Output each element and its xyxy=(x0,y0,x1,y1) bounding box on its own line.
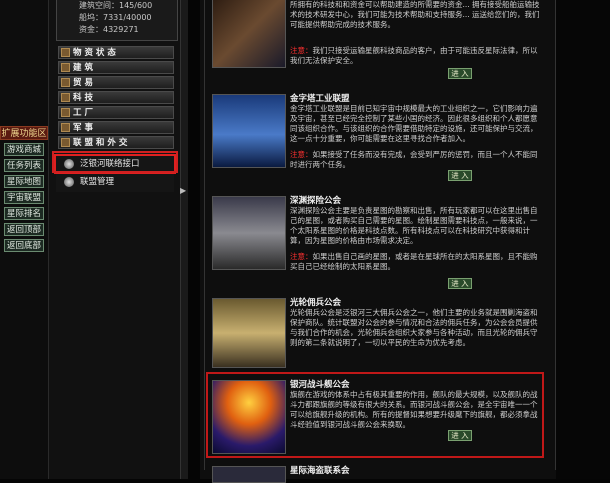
guild-description: 光轮佣兵公会是泛银河三大佣兵公会之一，他们主要的业务就是围剿海盗和保护商队。统计… xyxy=(290,308,538,347)
guild-entry: 深渊探险公会 深渊探险公会主要是负责星图的勘察和出售，所有玩家都可以在这里出售自… xyxy=(208,192,546,292)
trade-icon xyxy=(61,78,70,87)
guild-entry: 金字塔工业联盟 金字塔工业联盟是目前已知宇宙中规模最大的工业组织之一，它们影响力… xyxy=(208,90,546,185)
ext-button-tasks[interactable]: 任务列表 xyxy=(4,159,44,172)
note-text: 如果接受了任务而没有完成，会受到严厉的惩罚，而且一个人不能同时进行两个任务。 xyxy=(290,150,538,169)
note-text: 我们只接受运输星舰科技商品的客户，由于可能违反星际法律，所以我们无法保护安全。 xyxy=(290,46,538,65)
note-label: 注意： xyxy=(290,252,313,261)
guild-thumbnail xyxy=(212,0,286,68)
stat-funds: 资金：4329271 xyxy=(79,25,139,34)
stat-building-space: 建筑空间：145/600 xyxy=(79,1,153,10)
diplomacy-icon xyxy=(61,138,70,147)
menu-buildings[interactable]: 建 筑 xyxy=(58,61,174,74)
highlight-box-submenu xyxy=(52,151,178,173)
menu-label: 科 技 xyxy=(73,93,93,103)
guild-thumbnail xyxy=(212,298,286,368)
guild-note: 注意：如果接受了任务而没有完成，会受到严厉的惩罚，而且一个人不能同时进行两个任务… xyxy=(290,150,542,170)
guild-note: 注意：我们只接受运输星舰科技商品的客户，由于可能违反星际法律，所以我们无法保护安… xyxy=(290,46,542,66)
note-text: 如果出售自己画的星图，或者是在星球所在的太阳系星图，且不能购买自己已经绘制的太阳… xyxy=(290,252,538,271)
ext-button-top[interactable]: 返回顶部 xyxy=(4,223,44,236)
menu-diplomacy[interactable]: 联 盟 和 外 交 xyxy=(58,136,174,149)
right-margin xyxy=(556,0,610,479)
menu-label: 军 事 xyxy=(73,123,93,133)
ext-button-map[interactable]: 星际地图 xyxy=(4,175,44,188)
guild-thumbnail xyxy=(212,94,286,168)
guild-entry: 光轮佣兵公会 光轮佣兵公会是泛银河三大佣兵公会之一，他们主要的业务就是围剿海盗和… xyxy=(208,294,546,370)
ext-button-shop[interactable]: 游戏商城 xyxy=(4,143,44,156)
building-icon xyxy=(61,63,70,72)
guild-thumbnail xyxy=(212,196,286,270)
tech-icon xyxy=(61,93,70,102)
note-label: 注意： xyxy=(290,46,313,55)
menu-label: 建 筑 xyxy=(73,63,93,73)
highlight-box-entry xyxy=(206,372,544,458)
resources-icon xyxy=(61,48,70,57)
guild-title: 光轮佣兵公会 xyxy=(290,298,342,308)
guild-entry: 星际海盗联系会 xyxy=(208,462,546,483)
panel-scrollbar[interactable] xyxy=(180,0,188,479)
stats-box: 建筑空间：145/600 船坞：7331/40000 资金：4329271 xyxy=(56,0,178,41)
menu-military[interactable]: 军 事 xyxy=(58,121,174,134)
guild-description: 金字塔工业联盟是目前已知宇宙中规模最大的工业组织之一，它们影响力遍及宇宙，甚至已… xyxy=(290,104,538,143)
ext-button-bottom[interactable]: 返回底部 xyxy=(4,239,44,252)
guild-entry: 所拥有的科技和和资金可以帮助建造的所需要的资金... 拥有接受船舶运输技术的技术… xyxy=(208,0,546,80)
menu-factory[interactable]: 工 厂 xyxy=(58,106,174,119)
submenu-label: 联盟管理 xyxy=(80,177,115,187)
guild-description: 深渊探险公会主要是负责星图的勘察和出售，所有玩家都可以在这里出售自己的星图，或者… xyxy=(290,206,538,245)
guild-title: 金字塔工业联盟 xyxy=(290,94,350,104)
note-label: 注意： xyxy=(290,150,313,159)
menu-label: 工 厂 xyxy=(73,108,93,118)
collapse-arrow-icon[interactable]: ▶ xyxy=(180,186,187,195)
ext-button-alliance[interactable]: 宇宙联盟 xyxy=(4,191,44,204)
guild-title: 深渊探险公会 xyxy=(290,196,342,206)
alliance-icon xyxy=(64,177,74,187)
enter-button[interactable]: 进 入 xyxy=(448,68,472,79)
submenu-alliance-manage[interactable]: 联盟管理 xyxy=(56,174,174,190)
extension-panel: 扩展功能区 游戏商城 任务列表 星际地图 宇宙联盟 星际排名 返回顶部 返回底部 xyxy=(0,126,48,252)
menu-label: 贸 易 xyxy=(73,78,93,88)
guild-note: 注意：如果出售自己画的星图，或者是在星球所在的太阳系星图，且不能购买自己已经绘制… xyxy=(290,252,542,272)
menu-label: 联 盟 和 外 交 xyxy=(73,138,128,148)
guild-description: 所拥有的科技和和资金可以帮助建造的所需要的资金... 拥有接受船舶运输技术的技术… xyxy=(290,0,540,29)
guild-thumbnail xyxy=(212,466,286,483)
menu-resources[interactable]: 物 资 状 态 xyxy=(58,46,174,59)
enter-button[interactable]: 进 入 xyxy=(448,170,472,181)
menu-label: 物 资 状 态 xyxy=(73,48,116,58)
guild-title: 星际海盗联系会 xyxy=(290,466,350,476)
extension-header: 扩展功能区 xyxy=(0,126,48,140)
stat-ships: 船坞：7331/40000 xyxy=(79,13,152,22)
menu-tech[interactable]: 科 技 xyxy=(58,91,174,104)
factory-icon xyxy=(61,108,70,117)
military-icon xyxy=(61,123,70,132)
ext-button-ranking[interactable]: 星际排名 xyxy=(4,207,44,220)
enter-button[interactable]: 进 入 xyxy=(448,278,472,289)
menu-trade[interactable]: 贸 易 xyxy=(58,76,174,89)
